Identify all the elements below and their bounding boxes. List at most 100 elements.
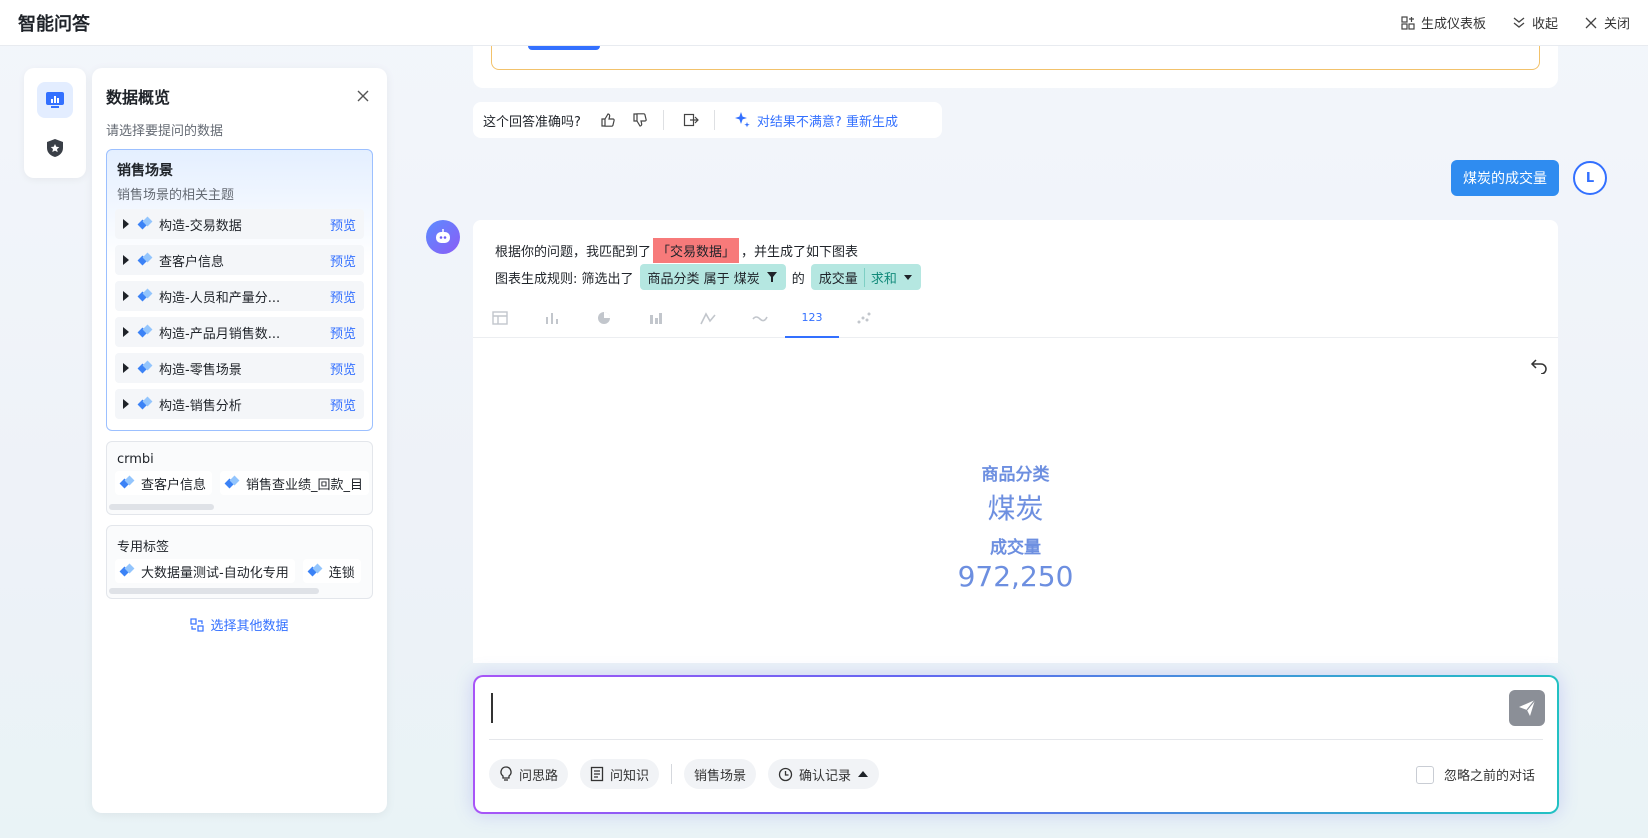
- divider: [713, 110, 715, 130]
- dataset-icon: [226, 476, 240, 490]
- top-bar: 智能问答 生成仪表板 收起 关闭: [0, 0, 1648, 46]
- measure-chip[interactable]: 成交量 求和: [810, 264, 921, 290]
- filter-chip[interactable]: 商品分类 属于 煤炭: [639, 264, 786, 290]
- previous-answer-card: [473, 40, 1558, 88]
- dataset-icon: [139, 361, 153, 375]
- clock-icon: [778, 767, 793, 781]
- send-button[interactable]: [1509, 690, 1545, 726]
- area-chart-icon: [752, 316, 768, 322]
- horizontal-scrollbar[interactable]: [109, 588, 319, 594]
- crmbi-group[interactable]: crmbi 查客户信息 销售查业绩_回款_目: [106, 441, 373, 515]
- preview-link[interactable]: 预览: [330, 395, 356, 414]
- ignore-previous-checkbox[interactable]: [1415, 765, 1434, 784]
- kpi-measure-label: 成交量: [990, 538, 1041, 558]
- monitor-chart-icon: [46, 92, 64, 108]
- preview-link[interactable]: 预览: [330, 359, 356, 378]
- app-title: 智能问答: [18, 13, 90, 35]
- thumbs-down-icon[interactable]: [631, 111, 649, 129]
- expand-caret-icon[interactable]: [123, 291, 129, 301]
- list-item[interactable]: 构造-零售场景 预览: [115, 353, 364, 383]
- chip-label: 查客户信息: [141, 477, 207, 493]
- tab-table[interactable]: [473, 298, 527, 338]
- close-button[interactable]: 关闭: [1584, 13, 1630, 32]
- close-icon: [357, 90, 369, 102]
- ignore-previous-toggle[interactable]: 忽略之前的对话: [1415, 765, 1535, 784]
- answer-summary: 根据你的问题，我匹配到了 「交易数据」 ，并生成了如下图表: [495, 238, 858, 263]
- panel-title: 数据概览: [106, 88, 171, 107]
- list-item[interactable]: 构造-销售分析 预览: [115, 389, 364, 419]
- tab-number-card[interactable]: 123: [785, 298, 839, 338]
- kpi-card: 商品分类 煤炭 成交量 972,250: [473, 460, 1558, 593]
- dataset-icon: [139, 325, 153, 339]
- preview-link[interactable]: 预览: [330, 215, 356, 234]
- document-icon: [590, 766, 604, 782]
- matched-dataset-link[interactable]: 「交易数据」: [653, 238, 740, 263]
- summary-prefix: 根据你的问题，我匹配到了: [495, 245, 652, 260]
- expand-caret-icon[interactable]: [123, 363, 129, 373]
- scene-selector[interactable]: 销售场景: [684, 759, 757, 789]
- ask-knowledge-label: 问知识: [610, 768, 650, 784]
- ask-knowledge-button[interactable]: 问知识: [580, 759, 660, 789]
- share-icon[interactable]: [682, 111, 700, 129]
- panel-close-button[interactable]: [353, 86, 373, 106]
- undo-icon[interactable]: [1530, 356, 1548, 375]
- tab-pie-chart[interactable]: [577, 298, 631, 338]
- sales-scene-group[interactable]: 销售场景 销售场景的相关主题 构造-交易数据 预览 查客户信息 预览 构造-人员…: [106, 149, 373, 431]
- question-input[interactable]: [491, 693, 1491, 723]
- dataset-chip[interactable]: 大数据量测试-自动化专用: [115, 559, 295, 583]
- summary-suffix: ，并生成了如下图表: [741, 245, 859, 260]
- question-input-box: 问思路 问知识 销售场景 确认记录 忽略之前的对话: [473, 675, 1559, 814]
- expand-caret-icon[interactable]: [123, 219, 129, 229]
- horizontal-scrollbar[interactable]: [109, 504, 214, 510]
- bar-chart-icon: [546, 313, 558, 324]
- item-label: 构造-交易数据: [159, 218, 242, 234]
- list-item[interactable]: 查客户信息 预览: [115, 245, 364, 275]
- dataset-icon: [121, 564, 135, 578]
- rail-data-overview-button[interactable]: [37, 82, 73, 118]
- special-tags-group[interactable]: 专用标签 大数据量测试-自动化专用 连锁: [106, 525, 373, 599]
- preview-link[interactable]: 预览: [330, 251, 356, 270]
- dataset-icon: [139, 253, 153, 267]
- list-item[interactable]: 构造-交易数据 预览: [115, 209, 364, 239]
- preview-link[interactable]: 预览: [330, 287, 356, 306]
- thumbs-up-icon[interactable]: [599, 111, 617, 129]
- ask-thinking-label: 问思路: [519, 768, 559, 784]
- item-label: 查客户信息: [159, 254, 225, 270]
- regenerate-button[interactable]: 对结果不满意? 重新生成: [733, 111, 898, 130]
- bot-avatar: [426, 220, 460, 254]
- expand-caret-icon[interactable]: [123, 255, 129, 265]
- dataset-chip[interactable]: 查客户信息: [115, 471, 213, 495]
- list-item[interactable]: 构造-人员和产量分... 预览: [115, 281, 364, 311]
- tab-bar-chart[interactable]: [525, 298, 579, 338]
- ask-thinking-button[interactable]: 问思路: [489, 759, 569, 789]
- user-avatar[interactable]: L: [1573, 161, 1607, 195]
- filter-label: 商品分类 属于 煤炭: [647, 271, 760, 287]
- preview-link[interactable]: 预览: [330, 323, 356, 342]
- collapse-button[interactable]: 收起: [1512, 13, 1558, 32]
- dataset-icon: [139, 217, 153, 231]
- generate-dashboard-button[interactable]: 生成仪表板: [1401, 13, 1486, 32]
- tab-scatter-chart[interactable]: [837, 298, 891, 338]
- divider: [662, 110, 664, 130]
- sparkle-icon: [734, 112, 750, 128]
- measure-label: 成交量: [818, 271, 858, 287]
- list-item[interactable]: 构造-产品月销售数... 预览: [115, 317, 364, 347]
- expand-caret-icon[interactable]: [123, 399, 129, 409]
- expand-caret-icon[interactable]: [123, 327, 129, 337]
- dataset-chip[interactable]: 销售查业绩_回款_目: [220, 471, 370, 495]
- tab-line-chart[interactable]: [681, 298, 735, 338]
- select-other-data-button[interactable]: 选择其他数据: [106, 615, 373, 634]
- rail-favorites-button[interactable]: [37, 130, 73, 166]
- dataset-chip[interactable]: 连锁: [302, 559, 361, 583]
- tab-area-chart[interactable]: [733, 298, 787, 338]
- item-label: 构造-销售分析: [159, 398, 242, 414]
- chart-type-tabs: 123: [473, 298, 1558, 338]
- generate-dashboard-label: 生成仪表板: [1420, 17, 1486, 32]
- confirm-records-button[interactable]: 确认记录: [768, 759, 880, 789]
- tab-stacked-chart[interactable]: [629, 298, 683, 338]
- data-overview-panel: 数据概览 请选择要提问的数据 销售场景 销售场景的相关主题 构造-交易数据 预览…: [92, 68, 387, 813]
- chip-label: 连锁: [328, 565, 355, 581]
- close-icon: [1585, 17, 1597, 28]
- answer-card: 根据你的问题，我匹配到了 「交易数据」 ，并生成了如下图表 图表生成规则: 筛选…: [473, 220, 1558, 663]
- send-icon: [1519, 699, 1536, 716]
